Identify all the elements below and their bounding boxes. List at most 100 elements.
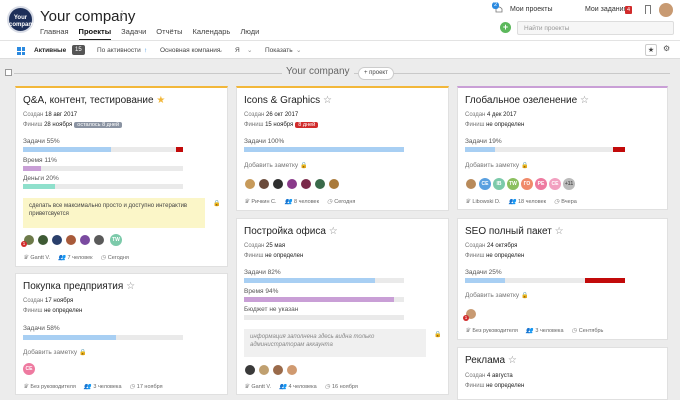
tasks-label: Задачи 25% xyxy=(465,269,502,276)
avatar-initials[interactable]: PE xyxy=(535,178,547,190)
my-tasks-link[interactable]: Мои задания xyxy=(585,6,627,13)
show-dropdown[interactable]: Показать xyxy=(265,46,293,55)
nav-calendar[interactable]: Календарь xyxy=(192,27,230,41)
favorites-star-icon[interactable]: ★ xyxy=(645,44,657,56)
created-line: Создан 17 ноября xyxy=(23,298,74,304)
nav-people[interactable]: Люди xyxy=(240,27,259,41)
company-logo[interactable]: Your company xyxy=(7,6,35,33)
avatar[interactable] xyxy=(258,178,270,190)
avatar[interactable] xyxy=(286,364,298,376)
avatar[interactable] xyxy=(272,178,284,190)
clock-icon: ◷ xyxy=(554,199,560,205)
progress-fill xyxy=(23,335,116,340)
clock-icon: ◷ xyxy=(324,384,330,390)
avatar[interactable] xyxy=(51,234,63,246)
project-title[interactable]: Q&A, контент, тестирование ★ xyxy=(23,95,165,106)
avatar-initials[interactable]: IB xyxy=(493,178,505,190)
project-card[interactable]: Постройка офиса ☆ Создан 25 мая Финиш не… xyxy=(236,218,449,395)
project-title[interactable]: Icons & Graphics ☆ xyxy=(244,95,332,106)
project-title[interactable]: SEO полный пакет ☆ xyxy=(465,226,564,237)
tasks-label: Задачи 19% xyxy=(465,138,502,145)
people-icon: 👥 xyxy=(279,384,287,390)
avatar[interactable] xyxy=(465,178,477,190)
time-progress xyxy=(244,297,404,302)
add-note-link[interactable]: Добавить заметку 🔒 xyxy=(465,292,528,299)
chevron-down-icon[interactable]: ⌄ xyxy=(247,46,252,55)
star-icon[interactable]: ☆ xyxy=(555,226,564,237)
avatar[interactable] xyxy=(300,178,312,190)
company-dropdown[interactable]: Основная компания xyxy=(160,46,220,55)
avatar-initials[interactable]: TW xyxy=(110,234,122,246)
sort-direction-icon[interactable]: ↑ xyxy=(144,46,147,55)
avatar[interactable] xyxy=(286,178,298,190)
star-icon[interactable]: ☆ xyxy=(508,355,517,366)
group-checkbox[interactable] xyxy=(5,69,12,76)
overdue-marker xyxy=(613,147,625,152)
nav-home[interactable]: Главная xyxy=(40,27,69,41)
me-dropdown[interactable]: Я xyxy=(235,46,240,55)
add-note-link[interactable]: Добавить заметку 🔒 xyxy=(465,162,528,169)
project-card[interactable]: Глобальное озеленение ☆ Создан 4 дек 201… xyxy=(457,86,668,210)
star-icon[interactable]: ☆ xyxy=(580,95,589,106)
project-title[interactable]: Глобальное озеленение ☆ xyxy=(465,95,589,106)
my-projects-link[interactable]: Мои проекты xyxy=(510,6,553,13)
bookmark-icon[interactable] xyxy=(645,5,651,14)
money-progress xyxy=(23,184,183,189)
project-note[interactable]: сделать все максимально просто и доступн… xyxy=(23,198,205,228)
user-avatar[interactable] xyxy=(659,3,673,17)
avatar-initials[interactable]: CE xyxy=(23,363,35,375)
avatar[interactable] xyxy=(79,234,91,246)
card-footer: ♛ Libowski D. 👥 18 человек ◷ Вчера xyxy=(465,199,577,205)
chevron-down-icon[interactable]: ⌄ xyxy=(296,46,301,55)
project-card[interactable]: Icons & Graphics ☆ Создан 26 окт 2017 Фи… xyxy=(236,86,449,211)
project-card[interactable]: Реклама ☆ Создан 4 августа Финиш не опре… xyxy=(457,347,668,400)
project-note[interactable]: информация заполнена здесь видна только … xyxy=(244,329,426,357)
search-input[interactable]: Найти проекты xyxy=(517,21,674,35)
nav-projects[interactable]: Проекты xyxy=(78,27,112,41)
avatar[interactable] xyxy=(328,178,340,190)
time-label: Время 94% xyxy=(244,288,279,295)
avatar[interactable] xyxy=(258,364,270,376)
company-menu-icon[interactable]: ⋮ xyxy=(116,9,128,21)
people-icon: 👥 xyxy=(525,328,534,334)
avatar[interactable] xyxy=(244,364,256,376)
filter-bar: Активные 15 По активности ↑ Основная ком… xyxy=(0,40,680,59)
chevron-down-icon[interactable]: ⌄ xyxy=(218,46,223,55)
avatar-initials[interactable]: TW xyxy=(507,178,519,190)
avatar[interactable] xyxy=(244,178,256,190)
avatar-initials[interactable]: ГО xyxy=(521,178,533,190)
avatar-initials[interactable]: CE xyxy=(479,178,491,190)
star-icon[interactable]: ★ xyxy=(156,95,165,106)
nav-reports[interactable]: Отчёты xyxy=(156,27,182,41)
finish-line: Финиш не определен xyxy=(465,122,525,128)
avatar[interactable] xyxy=(272,364,284,376)
filter-active[interactable]: Активные xyxy=(34,46,66,55)
tasks-label: Задачи 58% xyxy=(23,325,60,332)
star-icon[interactable]: ☆ xyxy=(323,95,332,106)
add-note-link[interactable]: Добавить заметку 🔒 xyxy=(244,162,307,169)
add-button[interactable]: + xyxy=(500,22,511,33)
star-icon[interactable]: ☆ xyxy=(126,281,135,292)
avatar[interactable] xyxy=(37,234,49,246)
nav-tasks[interactable]: Задачи xyxy=(121,27,146,41)
project-card[interactable]: Покупка предприятия ☆ Создан 17 ноября Ф… xyxy=(15,273,228,395)
avatar[interactable] xyxy=(314,178,326,190)
more-members[interactable]: +11 xyxy=(563,178,575,190)
sort-dropdown[interactable]: По активности xyxy=(97,46,141,55)
notification-count: 2 xyxy=(492,2,500,9)
star-icon[interactable]: ☆ xyxy=(329,226,338,237)
project-card[interactable]: SEO полный пакет ☆ Создан 24 октября Фин… xyxy=(457,218,668,340)
clock-icon: ◷ xyxy=(571,328,577,334)
project-title[interactable]: Покупка предприятия ☆ xyxy=(23,281,135,292)
add-note-link[interactable]: Добавить заметку 🔒 xyxy=(23,349,86,356)
project-card[interactable]: Q&A, контент, тестирование ★ Создан 18 а… xyxy=(15,86,228,267)
settings-gear-icon[interactable]: ⚙ xyxy=(663,44,670,53)
people-icon: 👥 xyxy=(508,199,516,205)
add-project-button[interactable]: + проект xyxy=(358,67,394,80)
avatar-initials[interactable]: CE xyxy=(549,178,561,190)
project-title[interactable]: Постройка офиса ☆ xyxy=(244,226,338,237)
grid-view-icon[interactable] xyxy=(17,47,25,55)
project-title[interactable]: Реклама ☆ xyxy=(465,355,517,366)
avatar[interactable] xyxy=(65,234,77,246)
avatar[interactable] xyxy=(93,234,105,246)
